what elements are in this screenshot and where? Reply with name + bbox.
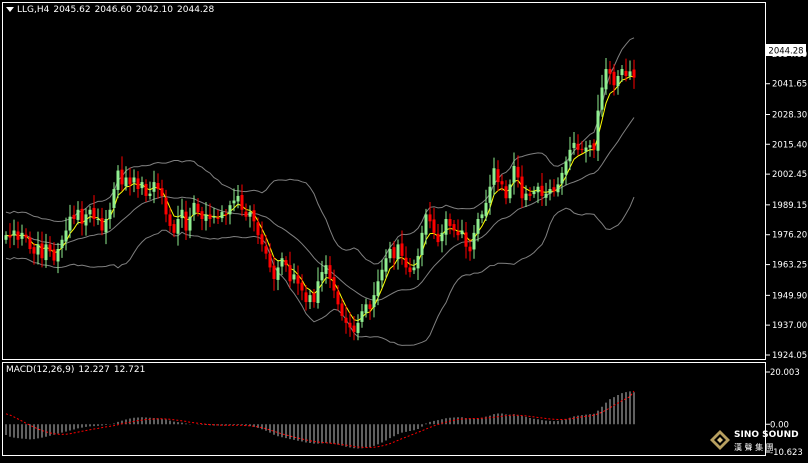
close-value: 2044.28 xyxy=(177,5,215,15)
svg-text:2044.28: 2044.28 xyxy=(768,47,803,57)
logo-subtext: 漢 聲 集 團 xyxy=(734,442,774,452)
price-tick-label: 2015.40 xyxy=(772,140,807,150)
dropdown-triangle-icon[interactable] xyxy=(6,7,14,12)
price-tick-label: 2028.30 xyxy=(772,111,807,121)
price-tick-label: 1976.20 xyxy=(772,231,807,241)
chart-window: 2054.602041.652028.302015.402002.451989.… xyxy=(0,0,808,459)
logo-text: SINO SOUND xyxy=(734,430,799,440)
open-value: 2045.62 xyxy=(53,5,91,15)
symbol-label: LLG,H4 xyxy=(17,5,50,15)
macd-header: MACD(12,26,9) 12.227 12.721 xyxy=(6,365,149,375)
price-tick-label: 1949.90 xyxy=(772,291,807,301)
macd-name: MACD(12,26,9) xyxy=(6,365,75,375)
price-tick-label: 1963.25 xyxy=(772,261,807,271)
price-tick-label: 1924.05 xyxy=(772,351,807,361)
price-tag: 2044.28 xyxy=(766,44,806,57)
price-tick-label: 1989.15 xyxy=(772,201,807,211)
chart-header: LLG,H4 2045.62 2046.60 2042.10 2044.28 xyxy=(6,5,218,15)
price-tick-label: 2041.65 xyxy=(772,80,807,90)
price-tick-label: 2002.45 xyxy=(772,170,807,180)
price-tick-label: 1937.00 xyxy=(772,321,807,331)
high-value: 2046.60 xyxy=(94,5,132,15)
sino-sound-logo: SINO SOUND 漢 聲 集 團 xyxy=(708,424,808,456)
macd-value: 12.227 xyxy=(78,365,110,375)
signal-value: 12.721 xyxy=(113,365,146,375)
chart-canvas[interactable]: 2054.602041.652028.302015.402002.451989.… xyxy=(0,0,808,459)
low-value: 2042.10 xyxy=(135,5,174,15)
macd-tick-label: 20.003 xyxy=(770,368,800,378)
